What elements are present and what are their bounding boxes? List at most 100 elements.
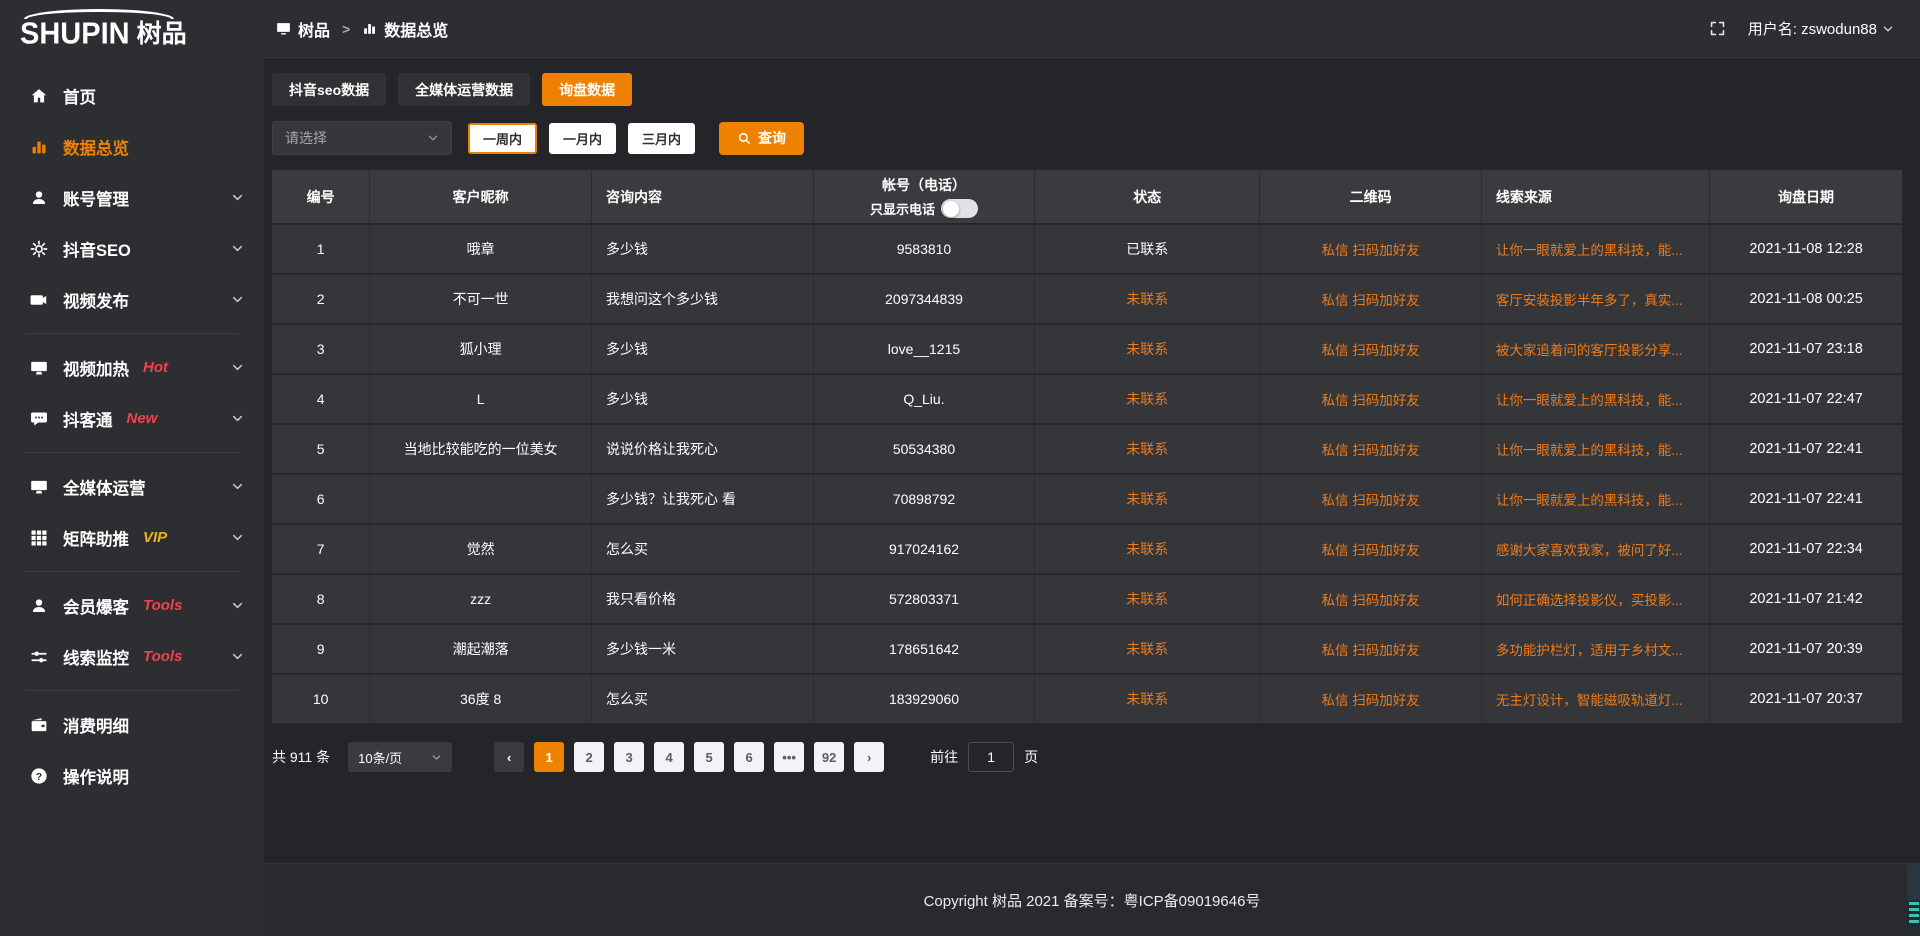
prev-page-button[interactable]: ‹ [494,742,524,772]
table-row: 5当地比较能吃的一位美女说说价格让我死心50534380未联系私信 扫码加好友让… [272,424,1902,474]
cell-date: 2021-11-07 20:39 [1710,624,1902,674]
toggle-knob [943,201,959,217]
fullscreen-icon[interactable] [1709,20,1726,37]
period-button-three-months[interactable]: 三月内 [628,123,695,154]
next-page-button[interactable]: › [854,742,884,772]
tab-inquiry-data[interactable]: 询盘数据 [542,73,632,106]
qrcode-link[interactable]: 私信 扫码加好友 [1321,243,1419,258]
qrcode-link[interactable]: 私信 扫码加好友 [1321,643,1419,658]
cell-qrcode: 私信 扫码加好友 [1260,474,1482,524]
sidebar-item-member-baoke[interactable]: 会员爆客Tools [0,580,264,631]
page-button-4[interactable]: 4 [654,742,684,772]
query-button[interactable]: 查询 [719,122,804,155]
cell-nickname: 潮起潮落 [370,624,592,674]
cell-account: love__1215 [813,324,1035,374]
jump-page-input[interactable] [968,742,1014,772]
sidebar-item-label: 抖音SEO [63,237,131,261]
sidebar-item-badge: Hot [143,359,168,376]
phone-only-toggle[interactable] [941,199,978,218]
qrcode-link[interactable]: 私信 扫码加好友 [1321,543,1419,558]
cell-account: 917024162 [813,524,1035,574]
status-badge: 未联系 [1035,474,1260,524]
sidebar-item-badge: VIP [143,529,167,546]
chart-icon [30,138,48,156]
cell-content: 多少钱 [591,224,813,274]
chevron-down-icon [231,650,244,663]
username-menu[interactable]: 用户名: zswodun88 [1748,18,1894,39]
chevron-down-icon [231,361,244,374]
page-size-select[interactable]: 10条/页 [348,742,452,772]
source-link[interactable]: 被大家追着问的客厅投影分享... [1481,324,1709,374]
qrcode-link[interactable]: 私信 扫码加好友 [1321,493,1419,508]
sidebar-divider [26,333,238,334]
source-link[interactable]: 让你一眼就爱上的黑科技，能... [1481,474,1709,524]
sidebar-item-consumption-detail[interactable]: 消费明细 [0,699,264,750]
cell-date: 2021-11-07 22:41 [1710,424,1902,474]
breadcrumb-item-data-overview[interactable]: 数据总览 [362,17,448,41]
source-link[interactable]: 多功能护栏灯，适用于乡村文... [1481,624,1709,674]
sidebar-item-douketong[interactable]: 抖客通New [0,393,264,444]
sidebar-item-video-publish[interactable]: 视频发布 [0,274,264,325]
page-button-6[interactable]: 6 [734,742,764,772]
sidebar-item-matrix-boost[interactable]: 矩阵助推VIP [0,512,264,563]
source-link[interactable]: 如何正确选择投影仪，买投影... [1481,574,1709,624]
qrcode-link[interactable]: 私信 扫码加好友 [1321,393,1419,408]
page-button-3[interactable]: 3 [614,742,644,772]
source-link[interactable]: 让你一眼就爱上的黑科技，能... [1481,374,1709,424]
qrcode-link[interactable]: 私信 扫码加好友 [1321,443,1419,458]
source-link[interactable]: 感谢大家喜欢我家，被问了好... [1481,524,1709,574]
source-link[interactable]: 无主灯设计，智能磁吸轨道灯... [1481,674,1709,724]
monitor-icon [276,21,291,36]
source-link[interactable]: 让你一眼就爱上的黑科技，能... [1481,224,1709,274]
qrcode-link[interactable]: 私信 扫码加好友 [1321,593,1419,608]
table-row: 8zzz我只看价格572803371未联系私信 扫码加好友如何正确选择投影仪，买… [272,574,1902,624]
cell-nickname: 狐小理 [370,324,592,374]
qrcode-link[interactable]: 私信 扫码加好友 [1321,293,1419,308]
cell-account: Q_Liu. [813,374,1035,424]
sidebar-item-video-heating[interactable]: 视频加热Hot [0,342,264,393]
sidebar-item-data-overview[interactable]: 数据总览 [0,121,264,172]
cell-account: 183929060 [813,674,1035,724]
page-button-5[interactable]: 5 [694,742,724,772]
source-link[interactable]: 让你一眼就爱上的黑科技，能... [1481,424,1709,474]
sidebar-item-label: 消费明细 [63,713,129,737]
source-link[interactable]: 客厅安装投影半年多了，真实... [1481,274,1709,324]
cell-content: 多少钱 [591,374,813,424]
cell-qrcode: 私信 扫码加好友 [1260,524,1482,574]
filter-select[interactable]: 请选择 [272,121,452,155]
page-button-1[interactable]: 1 [534,742,564,772]
breadcrumb-item-shupin[interactable]: 树品 [276,17,330,41]
sidebar-item-omnimedia-operation[interactable]: 全媒体运营 [0,461,264,512]
sidebar-divider [26,571,238,572]
page-button-2[interactable]: 2 [574,742,604,772]
breadcrumb-label: 树品 [298,17,330,41]
tab-douyin-seo-data[interactable]: 抖音seo数据 [272,73,386,106]
qrcode-link[interactable]: 私信 扫码加好友 [1321,343,1419,358]
cell-nickname: zzz [370,574,592,624]
user-icon [30,597,48,615]
cell-date: 2021-11-07 23:18 [1710,324,1902,374]
chevron-down-icon [231,480,244,493]
sidebar-item-account-management[interactable]: 账号管理 [0,172,264,223]
chevron-down-icon [231,242,244,255]
sidebar-item-clue-monitor[interactable]: 线索监控Tools [0,631,264,682]
column-header-account: 帐号（电话） 只显示电话 [813,170,1035,224]
column-header-content: 咨询内容 [591,170,813,224]
sidebar-item-douyin-seo[interactable]: 抖音SEO [0,223,264,274]
sidebar-item-operation-guide[interactable]: ?操作说明 [0,750,264,801]
period-button-one-month[interactable]: 一月内 [549,123,616,154]
cell-qrcode: 私信 扫码加好友 [1260,374,1482,424]
page-ellipsis[interactable]: ••• [774,742,804,772]
screen-icon [30,478,48,496]
query-button-label: 查询 [758,128,786,148]
chevron-down-icon [231,531,244,544]
qrcode-link[interactable]: 私信 扫码加好友 [1321,693,1419,708]
chevron-down-icon [1882,23,1894,35]
app-logo[interactable]: SHUPIN 树品 [0,0,264,58]
footer: Copyright 树品 2021 备案号：粤ICP备09019646号 [264,863,1920,936]
period-button-one-week[interactable]: 一周内 [468,123,537,154]
sidebar-item-badge: New [127,410,158,427]
page-button-92[interactable]: 92 [814,742,844,772]
tab-omnimedia-data[interactable]: 全媒体运营数据 [398,73,530,106]
sidebar-item-home[interactable]: 首页 [0,70,264,121]
